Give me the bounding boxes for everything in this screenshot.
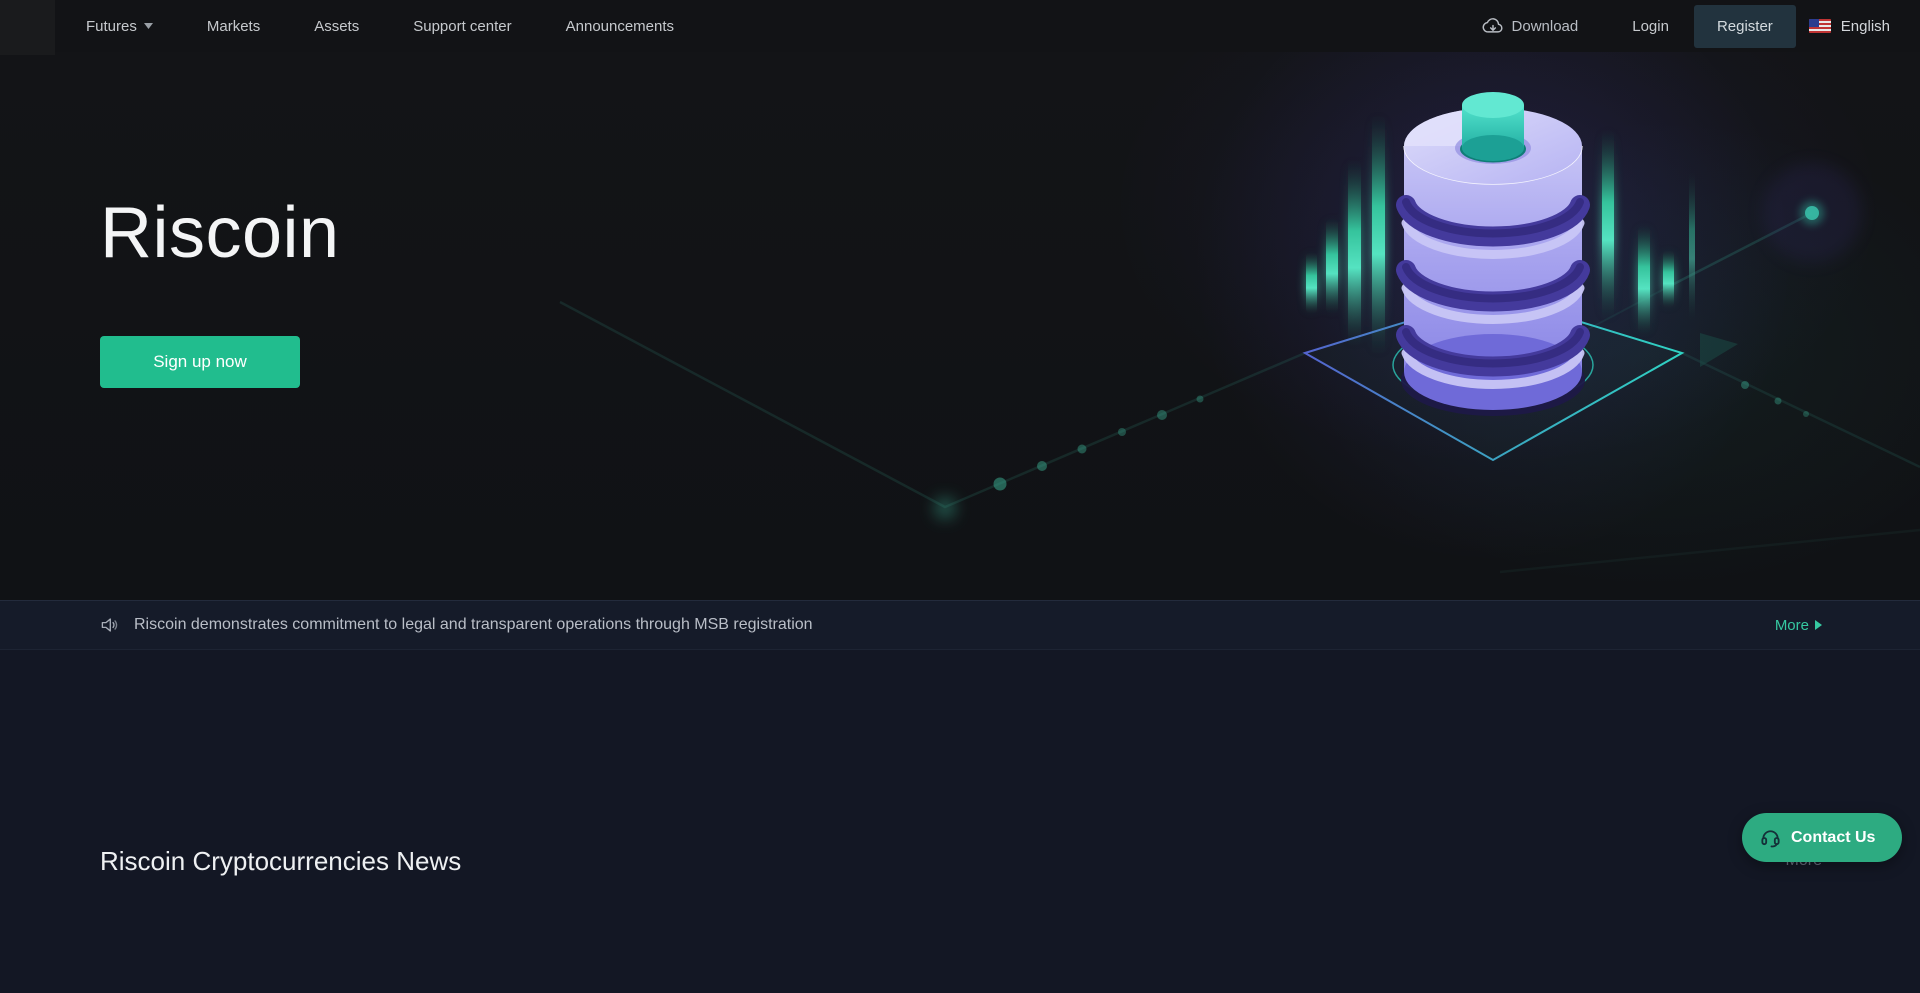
crypto-database-illustration [0,52,1920,600]
us-flag-icon [1809,19,1831,33]
contact-us-button[interactable]: Contact Us [1742,813,1902,862]
speaker-icon [100,616,119,634]
news-heading: Riscoin Cryptocurrencies News [100,846,461,877]
headset-icon [1759,826,1782,849]
download-link[interactable]: Download [1482,16,1579,36]
nav-item-support-center[interactable]: Support center [413,18,511,35]
nav-item-assets[interactable]: Assets [314,18,359,35]
logo-placeholder [0,0,55,55]
nav-item-futures[interactable]: Futures [86,18,153,35]
contact-us-label: Contact Us [1791,829,1875,847]
nav-item-announcements[interactable]: Announcements [566,18,674,35]
chevron-down-icon [144,23,153,29]
announcement-bar: Riscoin demonstrates commitment to legal… [0,600,1920,650]
language-label: English [1841,18,1890,35]
play-arrow-icon [1815,620,1822,630]
top-nav: Futures Markets Assets Support center An… [0,0,1920,52]
hero-section: Riscoin Sign up now [0,52,1920,600]
nav-item-label: Futures [86,18,137,35]
language-selector[interactable]: English [1809,18,1890,35]
sign-up-button[interactable]: Sign up now [100,336,300,388]
nav-item-markets[interactable]: Markets [207,18,260,35]
download-label: Download [1512,18,1579,35]
hero-title: Riscoin [100,192,340,274]
announcement-text: Riscoin demonstrates commitment to legal… [134,616,813,634]
announcement-more-label: More [1775,617,1809,634]
register-button[interactable]: Register [1694,5,1796,48]
announcement-more-link[interactable]: More [1775,617,1822,634]
cloud-download-icon [1482,16,1504,36]
nav-actions: Download Login Register English [1482,5,1890,48]
login-link[interactable]: Login [1632,18,1669,35]
primary-nav: Futures Markets Assets Support center An… [86,18,674,35]
news-section: Riscoin Cryptocurrencies News More [0,650,1920,993]
